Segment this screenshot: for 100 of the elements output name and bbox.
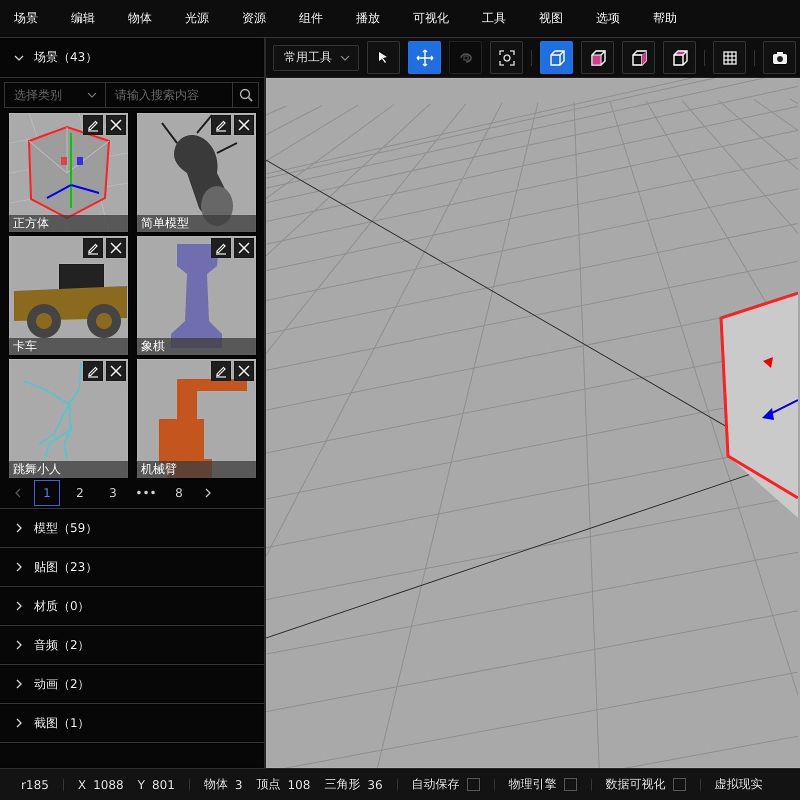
delete-button[interactable] xyxy=(106,115,126,135)
menu-item[interactable]: 组件 xyxy=(289,10,333,27)
search-icon xyxy=(238,88,252,102)
cube-front-face-tool-button[interactable] xyxy=(581,41,614,74)
wireframe-cube-icon xyxy=(548,48,566,66)
chevron-down-icon xyxy=(340,52,350,62)
delete-button[interactable] xyxy=(234,238,254,258)
chevron-left-icon xyxy=(14,488,22,498)
menu-item[interactable]: 选项 xyxy=(586,10,630,27)
chevron-right-icon xyxy=(14,562,24,572)
status-value: 36 xyxy=(367,778,383,792)
chevron-right-icon xyxy=(204,488,212,498)
category-select[interactable]: 选择类别 xyxy=(4,82,106,108)
menu-item[interactable]: 编辑 xyxy=(61,10,105,27)
grid-tool-button[interactable] xyxy=(713,41,746,74)
status-value: 3 xyxy=(234,778,243,792)
chevron-down-icon xyxy=(87,90,97,100)
page-button[interactable]: ••• xyxy=(133,480,159,506)
asset-card[interactable]: 象棋 xyxy=(137,236,256,355)
status-label: Y xyxy=(138,778,145,792)
edit-button[interactable] xyxy=(83,115,103,135)
close-icon xyxy=(109,241,123,255)
checkbox[interactable] xyxy=(466,778,480,791)
cube-top-face-icon xyxy=(670,48,688,66)
status-text: 虚拟现实 xyxy=(714,776,763,793)
page-button[interactable]: 3 xyxy=(100,480,126,506)
close-icon xyxy=(237,364,251,378)
page-button[interactable]: 8 xyxy=(166,480,192,506)
checkbox[interactable] xyxy=(564,778,577,791)
menu-item[interactable]: 场景 xyxy=(4,10,48,27)
section-header[interactable]: 模型（59） xyxy=(0,509,264,548)
status-value: 108 xyxy=(288,778,310,792)
checkbox-label: 自动保存 xyxy=(412,776,460,793)
checkbox-label: 数据可视化 xyxy=(606,776,666,793)
asset-name: 正方体 xyxy=(9,215,128,232)
asset-card[interactable]: 跳舞小人 xyxy=(9,359,128,478)
pencil-icon xyxy=(86,364,100,378)
chevron-right-icon xyxy=(14,679,24,689)
menu-item[interactable]: 播放 xyxy=(346,10,390,27)
delete-button[interactable] xyxy=(106,361,126,381)
section-header[interactable]: 贴图（23） xyxy=(0,548,264,587)
edit-button[interactable] xyxy=(211,361,231,381)
move-arrows-icon xyxy=(416,48,434,66)
edit-button[interactable] xyxy=(83,238,103,258)
pencil-icon xyxy=(214,364,228,378)
page-button[interactable]: 1 xyxy=(34,480,60,506)
chevron-right-icon xyxy=(14,718,24,728)
edit-button[interactable] xyxy=(83,361,103,381)
search-field[interactable]: 请输入搜索内容 xyxy=(106,82,259,108)
focus-frame-tool-button[interactable] xyxy=(490,41,523,74)
cube-front-face-icon xyxy=(588,48,606,66)
pencil-icon xyxy=(214,241,228,255)
asset-card[interactable]: 正方体 xyxy=(9,113,128,232)
close-icon xyxy=(109,118,123,132)
cube-top-face-tool-button[interactable] xyxy=(663,41,696,74)
pencil-icon xyxy=(86,118,100,132)
status-text: r185 xyxy=(21,778,49,792)
checkbox[interactable] xyxy=(672,778,686,791)
status-value: 1088 xyxy=(93,778,124,792)
checkbox-label: 物理引擎 xyxy=(508,776,557,793)
menu-item[interactable]: 帮助 xyxy=(643,10,687,27)
menu-item[interactable]: 视图 xyxy=(529,10,573,27)
pencil-icon xyxy=(214,118,228,132)
asset-card[interactable]: 机械臂 xyxy=(137,359,256,478)
edit-button[interactable] xyxy=(211,115,231,135)
asset-card[interactable]: 简单模型 xyxy=(137,113,256,232)
section-header[interactable]: 材质（0） xyxy=(0,587,264,626)
delete-button[interactable] xyxy=(234,361,254,381)
tool-dropdown[interactable]: 常用工具 xyxy=(273,44,359,70)
wireframe-cube-tool-button[interactable] xyxy=(540,41,573,74)
close-icon xyxy=(237,241,251,255)
asset-name: 卡车 xyxy=(9,338,128,355)
menu-item[interactable]: 光源 xyxy=(175,10,219,27)
status-label: 顶点 xyxy=(256,776,281,793)
grid-icon xyxy=(720,48,738,66)
cube-side-face-tool-button[interactable] xyxy=(622,41,655,74)
section-header[interactable]: 动画（2） xyxy=(0,665,264,704)
asset-name: 机械臂 xyxy=(137,461,256,478)
menu-item[interactable]: 可视化 xyxy=(403,10,459,27)
status-label: 三角形 xyxy=(324,776,360,793)
camera-tool-button[interactable] xyxy=(763,41,796,74)
asset-card[interactable]: 卡车 xyxy=(9,236,128,355)
edit-button[interactable] xyxy=(211,238,231,258)
cursor-arrow-tool-button[interactable] xyxy=(367,41,400,74)
menu-item[interactable]: 资源 xyxy=(232,10,276,27)
menu-item[interactable]: 物体 xyxy=(118,10,162,27)
move-arrows-tool-button[interactable] xyxy=(408,41,441,74)
delete-button[interactable] xyxy=(106,238,126,258)
section-header[interactable]: 截图（1） xyxy=(0,704,264,743)
status-value: 801 xyxy=(152,778,175,792)
menu-item[interactable]: 工具 xyxy=(472,10,516,27)
page-button[interactable]: 2 xyxy=(67,480,93,506)
section-header[interactable]: 音频（2） xyxy=(0,626,264,665)
section-header[interactable]: 场景（43） xyxy=(0,38,264,78)
delete-button[interactable] xyxy=(234,115,254,135)
close-icon xyxy=(109,364,123,378)
chevron-right-icon xyxy=(14,523,24,533)
chevron-right-icon xyxy=(14,640,24,650)
pencil-icon xyxy=(86,241,100,255)
search-input[interactable]: 请输入搜索内容 xyxy=(106,83,232,107)
